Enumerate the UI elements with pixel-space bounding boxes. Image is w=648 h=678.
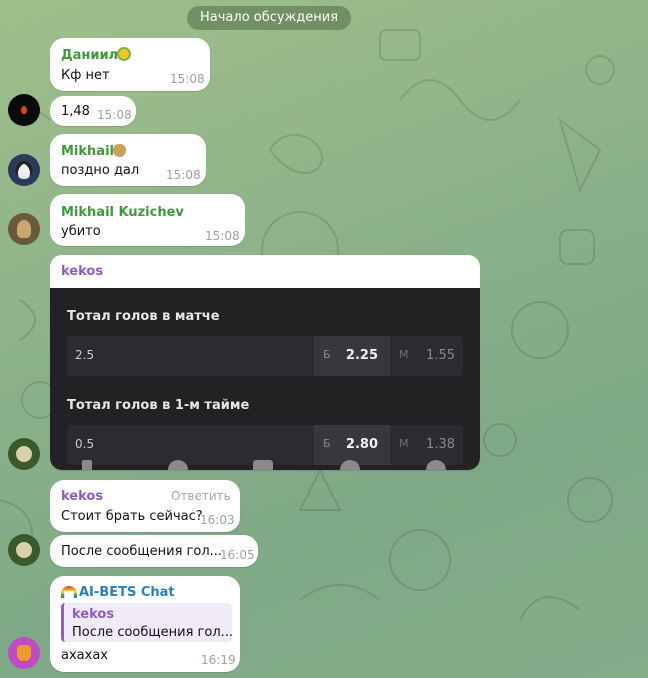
cat-icon [16, 446, 32, 462]
message-author[interactable]: Даниил [61, 48, 118, 63]
message-time: 16:19 [201, 653, 236, 667]
message-time: 15:08 [97, 108, 132, 122]
message-author[interactable]: kekos [61, 489, 103, 504]
odds-label: 2.5 [75, 348, 95, 362]
message-text: 1,48 [61, 104, 90, 119]
quote-author: kekos [72, 607, 115, 622]
section-heading: Тотал голов в 1-м тайме [67, 398, 250, 413]
attached-screenshot[interactable]: Тотал голов в матче 2.5 Б 2.25 М 1.55 То… [50, 288, 480, 470]
over-odds-cell: Б 2.80 [314, 425, 390, 465]
message-bubble[interactable]: Даниил Кф нет 15:08 [50, 38, 210, 91]
under-marker: М [399, 437, 409, 450]
odds-row: 2.5 Б 2.25 М 1.55 [67, 336, 463, 376]
avatar[interactable] [8, 438, 40, 470]
reply-quote[interactable]: kekos После сообщения гол... [61, 603, 234, 642]
odds-label: 0.5 [75, 437, 95, 451]
under-odds-value: 1.55 [426, 348, 455, 363]
under-marker: М [399, 348, 409, 361]
cat-icon [16, 542, 32, 558]
rainbow-icon [61, 586, 77, 598]
over-odds-value: 2.25 [345, 348, 378, 363]
message-text: Стоит брать сейчас? [61, 509, 203, 524]
avatar[interactable] [8, 213, 40, 245]
message-time: 16:05 [220, 548, 255, 562]
message-text: поздно дал [61, 163, 140, 178]
message-author[interactable]: Mikhail Kuzichev [61, 205, 184, 220]
message-text: ахахах [61, 648, 108, 663]
avatar[interactable] [8, 637, 40, 669]
message-author[interactable]: AI-BETS Chat [79, 585, 175, 600]
message-text: убито [61, 224, 101, 239]
nav-arrow-icon [82, 460, 92, 470]
message-bubble[interactable]: Mikhail поздно дал 15:08 [50, 134, 206, 186]
sunflower-icon [117, 47, 131, 61]
odds-row: 0.5 Б 2.80 М 1.38 [67, 425, 463, 465]
reply-button[interactable]: Ответить [171, 489, 231, 503]
money-bag-icon [113, 144, 126, 157]
over-marker: Б [323, 437, 331, 450]
message-bubble[interactable]: После сообщения гол... 16:05 [50, 535, 258, 567]
panda-icon [15, 161, 33, 179]
section-heading: Тотал голов в матче [67, 309, 220, 324]
flame-icon [21, 106, 27, 114]
message-time: 15:08 [166, 168, 201, 182]
discussion-start-pill: Начало обсуждения [187, 6, 352, 30]
message-author[interactable]: Mikhail [61, 144, 114, 159]
hand-icon [17, 645, 31, 661]
message-bubble[interactable]: 1,48 15:08 [50, 96, 136, 126]
under-odds-value: 1.38 [426, 437, 455, 452]
message-time: 16:03 [200, 513, 235, 527]
person-icon [17, 220, 31, 238]
avatar[interactable] [8, 534, 40, 566]
quote-text: После сообщения гол... [72, 625, 234, 640]
over-odds-cell: Б 2.25 [314, 336, 390, 376]
over-odds-value: 2.80 [345, 437, 378, 452]
message-bubble[interactable]: Mikhail Kuzichev убито 15:08 [50, 194, 245, 246]
message-text: После сообщения гол... [61, 544, 223, 559]
message-text: Кф нет [61, 68, 110, 83]
avatar[interactable] [8, 94, 40, 126]
message-time: 15:08 [205, 229, 240, 243]
over-marker: Б [323, 348, 331, 361]
message-time: 15:08 [170, 72, 205, 86]
message-bubble[interactable]: kekos Ответить Стоит брать сейчас? 16:03 [50, 480, 240, 532]
nav-ticket-icon [253, 460, 273, 470]
message-author[interactable]: kekos [61, 264, 103, 279]
avatar[interactable] [8, 154, 40, 186]
